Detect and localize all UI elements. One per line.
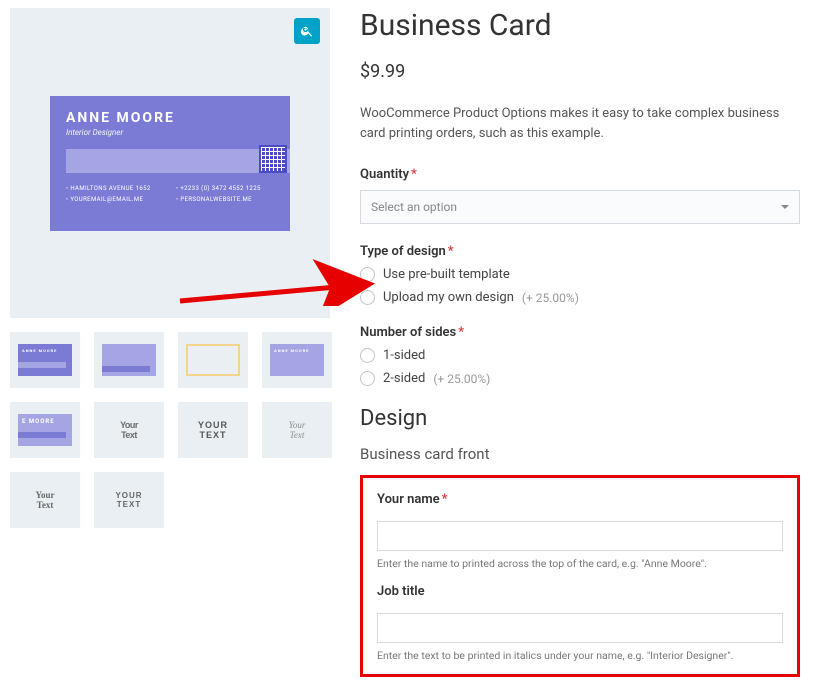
thumbnail[interactable]: [178, 332, 248, 388]
your-name-label: Your name*: [377, 492, 783, 507]
thumbnail[interactable]: E MOORE: [10, 402, 80, 458]
product-main-image[interactable]: ANNE MOORE Interior Designer HAMILTONS A…: [10, 8, 330, 318]
qr-icon: [259, 145, 287, 173]
card-contact-phone: +2233 (0) 3472 4552 1225: [176, 185, 274, 192]
product-description: WooCommerce Product Options makes it eas…: [360, 104, 800, 143]
front-subsection-heading: Business card front: [360, 445, 800, 463]
thumbnail-grid: ANNE MOORE ANNE MOORE E MOORE Your Text …: [10, 332, 330, 528]
your-name-hint: Enter the name to printed across the top…: [377, 557, 783, 570]
thumbnail[interactable]: YOUR TEXT: [94, 472, 164, 528]
card-contact-email: YOUREMAIL@EMAIL.ME: [66, 196, 164, 203]
quantity-select[interactable]: Select an option: [360, 190, 800, 224]
thumbnail[interactable]: ANNE MOORE: [262, 332, 332, 388]
design-type-label: Type of design*: [360, 244, 800, 259]
radio-2sided[interactable]: 2-sided (+ 25.00%): [360, 371, 800, 386]
card-preview-name: ANNE MOORE: [66, 110, 274, 126]
zoom-button[interactable]: [294, 18, 320, 44]
thumbnail[interactable]: ANNE MOORE: [10, 332, 80, 388]
design-section-heading: Design: [360, 406, 800, 431]
sides-label: Number of sides*: [360, 325, 800, 340]
radio-1sided[interactable]: 1-sided: [360, 348, 800, 363]
product-title: Business Card: [360, 8, 800, 43]
magnify-plus-icon: [300, 24, 314, 38]
radio-icon: [360, 371, 375, 386]
card-preview: ANNE MOORE Interior Designer HAMILTONS A…: [50, 96, 290, 231]
your-name-input[interactable]: [377, 521, 783, 551]
job-title-label: Job title: [377, 584, 783, 599]
thumbnail[interactable]: Your text: [178, 402, 248, 458]
quantity-label: Quantity*: [360, 167, 800, 182]
radio-icon: [360, 348, 375, 363]
card-preview-title: Interior Designer: [66, 128, 274, 137]
radio-upload-own[interactable]: Upload my own design (+ 25.00%): [360, 290, 800, 305]
required-marker: *: [411, 167, 417, 182]
thumbnail[interactable]: Your Text: [94, 402, 164, 458]
job-title-hint: Enter the text to be printed in italics …: [377, 649, 783, 662]
thumbnail[interactable]: Your Text: [262, 402, 332, 458]
card-contact-address: HAMILTONS AVENUE 1652: [66, 185, 164, 192]
thumbnail[interactable]: Your Text: [10, 472, 80, 528]
job-title-input[interactable]: [377, 613, 783, 643]
highlighted-form-area: Your name* Enter the name to printed acr…: [360, 475, 800, 677]
product-price: $9.99: [360, 61, 800, 82]
thumbnail[interactable]: [94, 332, 164, 388]
card-preview-contacts: HAMILTONS AVENUE 1652 +2233 (0) 3472 455…: [66, 185, 274, 203]
radio-use-prebuilt[interactable]: Use pre-built template: [360, 267, 800, 282]
radio-icon: [360, 267, 375, 282]
radio-icon: [360, 290, 375, 305]
card-contact-site: PERSONALWEBSITE.ME: [176, 196, 274, 203]
